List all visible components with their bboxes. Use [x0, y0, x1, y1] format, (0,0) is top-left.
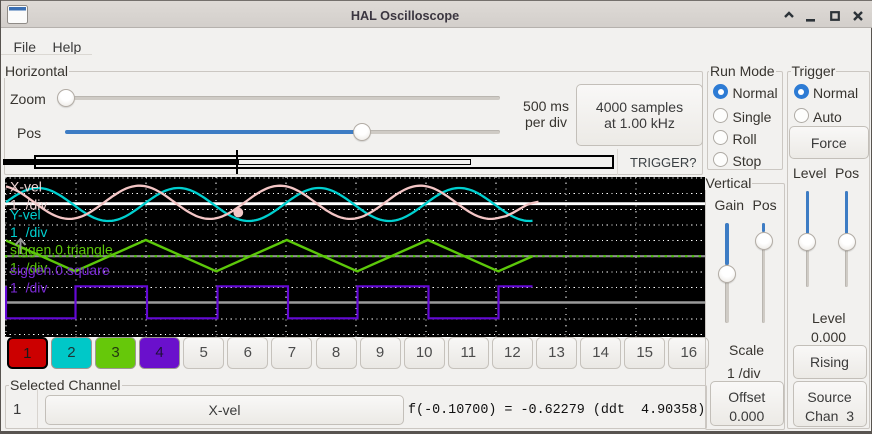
svg-text:1 /div: 1 /div: [10, 224, 47, 240]
svg-text:siggen.0.square: siggen.0.square: [10, 262, 110, 278]
svg-text:1 /div: 1 /div: [10, 279, 47, 295]
svg-text:siggen.0.triangle: siggen.0.triangle: [10, 241, 113, 257]
svg-text:X-vel: X-vel: [10, 178, 42, 194]
svg-text:Y-vel: Y-vel: [10, 206, 41, 222]
